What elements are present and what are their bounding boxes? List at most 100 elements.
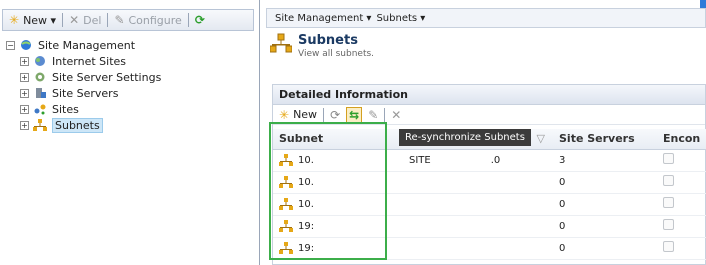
detail-new-button[interactable]: ✳ New [279,108,317,122]
encon-checkbox[interactable] [663,241,674,252]
breadcrumb-item-subnets[interactable]: Subnets ▾ [376,13,425,24]
site-servers-cell: 0 [553,237,657,260]
subnet-value: 10. [298,154,314,166]
detail-new-label: New [293,108,318,121]
edit-icon[interactable]: ✎ [368,108,378,122]
toolbar-separator [187,13,189,27]
site-servers-value: 0 [559,176,566,188]
subnet-cell: 10. [273,149,403,172]
tooltip: Re-synchronize Subnets [399,129,531,146]
subnets-table: Subnet ▽ Site Servers Encon 10. SITE .0 3 10… [273,129,706,260]
tree-item-subnets[interactable]: + Subnets [18,117,161,133]
new-icon: ✳ [9,13,20,27]
resync-subnets-button[interactable]: ⇆ [346,106,363,123]
new-icon: ✳ [279,107,290,122]
breadcrumb: Site Management ▾ Subnets ▾ [266,8,706,28]
subnet-value: 10. [298,198,314,210]
tree-item-internet-sites[interactable]: + Internet Sites [18,53,161,69]
site-value: SITE [409,154,431,166]
encon-checkbox[interactable] [663,153,674,164]
tree-label: Subnets [52,117,103,133]
detail-toolbar: ✳ New ⟳ ⇆ ✎ ✕ [273,105,705,125]
site-servers-value: 0 [559,198,566,210]
tree-item-site-server-settings[interactable]: + Site Server Settings [18,69,161,85]
table-row[interactable]: 19: 0 [273,237,706,260]
site-servers-value: 3 [559,154,566,166]
refresh-icon[interactable]: ⟳ [330,108,340,122]
content-pane: Site Management ▾ Subnets ▾ Subnets View… [266,8,706,265]
toolbar-separator [323,107,325,122]
delete-button[interactable]: ✕ Del [69,13,101,27]
window-accent [700,0,706,8]
expand-icon[interactable]: + [20,72,29,82]
expand-icon[interactable]: + [20,56,29,66]
sites-icon [34,104,46,115]
expand-icon[interactable]: + [20,104,29,114]
tree-label: Site Servers [52,86,119,100]
gear-server-icon [35,72,45,82]
subnet-icon [279,242,293,254]
refresh-button[interactable]: ⟳ [195,13,205,27]
site-cell [403,215,553,238]
tree-root-site-management[interactable]: − Site Management [6,37,161,53]
delete-icon[interactable]: ✕ [391,108,401,122]
page-subtitle: View all subnets. [298,49,375,59]
panel-title: Detailed Information [273,85,705,105]
encon-checkbox[interactable] [663,219,674,230]
column-header-site-servers[interactable]: Site Servers [553,129,657,150]
new-label: New ▾ [23,13,57,27]
tree-item-site-servers[interactable]: + Site Servers [18,85,161,101]
table-row[interactable]: 10. SITE .0 3 [273,149,706,172]
table-row[interactable]: 10. 0 [273,193,706,216]
navigation-pane: ✳ New ▾ ✕ Del ✎ Configure ⟳ − Site Manag… [0,0,260,265]
table-row[interactable]: 10. 0 [273,171,706,194]
expand-icon[interactable]: + [20,88,29,98]
site-management-icon [21,40,31,50]
subnet-value: 19: [298,242,315,254]
toolbar-separator [107,13,109,27]
page-title: Subnets [298,33,358,48]
configure-button[interactable]: ✎ Configure [114,13,181,27]
subnet-cell: 19: [273,237,403,260]
site-servers-cell: 0 [553,193,657,216]
tree-item-sites[interactable]: + Sites [18,101,161,117]
detailed-information-panel: Detailed Information ✳ New ⟳ ⇆ ✎ ✕ Re-sy… [272,84,706,265]
new-button[interactable]: ✳ New ▾ [9,13,56,27]
encon-cell [657,215,706,238]
subnet-value: 19: [298,220,315,232]
subnet-icon [279,198,293,210]
toolbar-separator [62,13,64,27]
subnet-icon [279,154,293,166]
encon-cell [657,237,706,260]
collapse-icon[interactable]: − [6,40,15,50]
encon-checkbox[interactable] [663,197,674,208]
delete-icon: ✕ [69,13,80,27]
encon-cell [657,193,706,216]
subnet-icon [279,220,293,232]
column-header-encon[interactable]: Encon [657,129,706,150]
encon-checkbox[interactable] [663,175,674,186]
site-cell [403,171,553,194]
table-row[interactable]: 19: 0 [273,215,706,238]
site-servers-cell: 0 [553,171,657,194]
subnet-icon [279,176,293,188]
toolbar-separator [384,107,386,122]
encon-cell [657,171,706,194]
breadcrumb-item-site-management[interactable]: Site Management ▾ [275,13,371,24]
site-tree: − Site Management + Internet Sites + Sit… [6,37,161,133]
subnet-cell: 10. [273,171,403,194]
column-header-subnet[interactable]: Subnet [273,129,403,150]
globe-icon [35,56,45,66]
server-icon [36,88,46,98]
subnet-cell: 19: [273,215,403,238]
subnet-cell: 10. [273,193,403,216]
tree-label: Site Management [38,38,136,52]
expand-icon[interactable]: + [20,120,29,130]
site-servers-cell: 0 [553,215,657,238]
network-icon [33,119,47,131]
site-servers-value: 0 [559,220,566,232]
sort-icon: ▽ [536,132,545,146]
delete-label: Del [83,13,102,27]
site-servers-value: 0 [559,242,566,254]
tree-label: Site Server Settings [52,70,162,84]
